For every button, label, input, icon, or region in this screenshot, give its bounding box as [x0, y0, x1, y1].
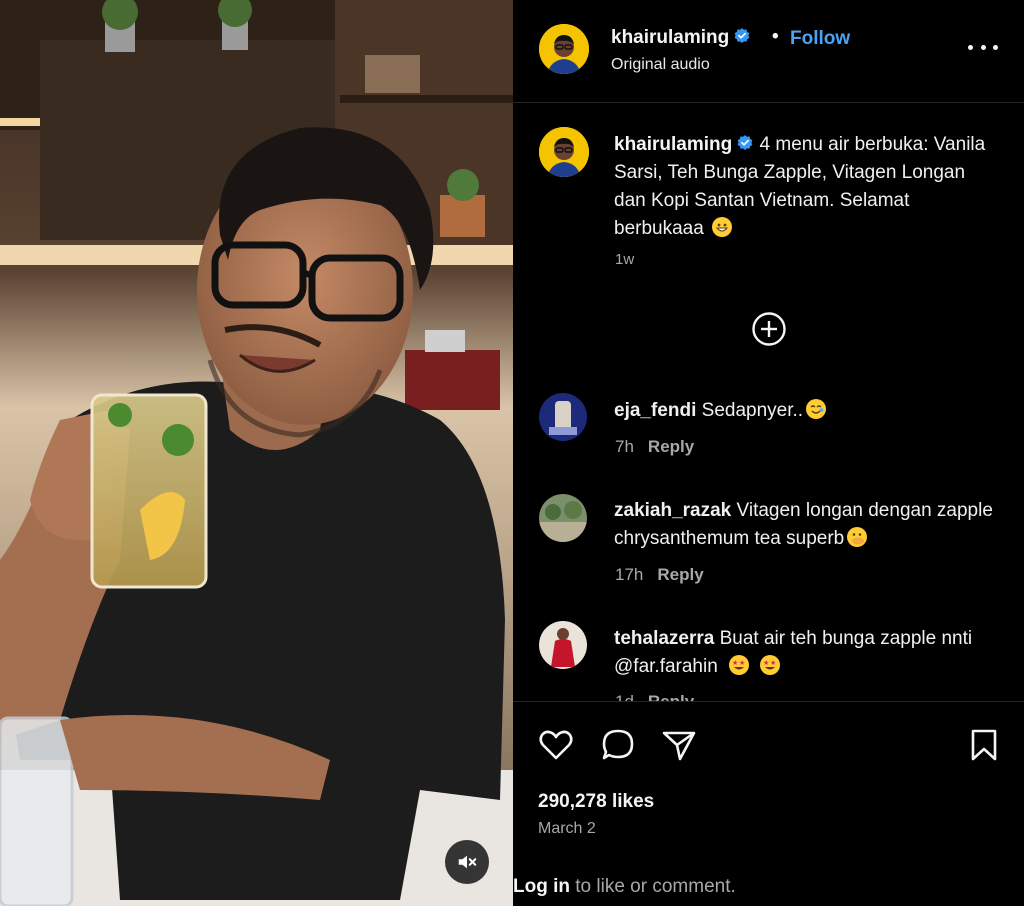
post-side-panel: khairulaming • Follow Original audio kha… — [513, 0, 1024, 906]
smiling-tear-emoji — [806, 399, 827, 419]
like-button[interactable] — [537, 726, 575, 764]
commenter-avatar[interactable] — [539, 393, 587, 441]
svg-text:★: ★ — [739, 659, 745, 667]
post-caption: khairulaming 4 menu air berbuka: Vanila … — [614, 131, 994, 243]
author-username-text[interactable]: khairulaming — [611, 27, 729, 48]
grinning-face-emoji — [712, 217, 733, 237]
comment-timestamp[interactable]: 1d — [615, 692, 634, 701]
speaker-muted-icon — [458, 855, 477, 869]
comment-meta: 1d Reply — [615, 692, 694, 701]
svg-text:★: ★ — [770, 659, 776, 667]
verified-badge-icon — [737, 135, 753, 150]
video-frame — [0, 0, 513, 906]
author-username[interactable]: khairulaming — [611, 27, 751, 49]
commenter-avatar[interactable] — [539, 494, 587, 542]
login-prompt: Log in to like or comment. — [513, 876, 736, 898]
share-button[interactable] — [660, 726, 698, 764]
caption-timestamp[interactable]: 1w — [615, 251, 634, 268]
comment-text: eja_fendi Sedapnyer.. — [614, 397, 994, 425]
comment-text: zakiah_razak Vitagen longan dengan zappl… — [614, 497, 994, 553]
svg-text:★: ★ — [732, 659, 738, 667]
header-separator: • — [772, 26, 779, 47]
comment-text: tehalazerra Buat air teh bunga zapple nn… — [614, 625, 994, 681]
video-player[interactable] — [0, 0, 513, 906]
mute-toggle-button[interactable] — [445, 840, 489, 884]
comment-username[interactable]: eja_fendi — [614, 400, 696, 421]
comment-timestamp[interactable]: 7h — [615, 437, 634, 456]
reply-button[interactable]: Reply — [657, 565, 703, 584]
load-more-comments-button[interactable] — [751, 311, 787, 347]
login-link[interactable]: Log in — [513, 876, 570, 897]
comment-body: Sedapnyer.. — [701, 400, 804, 421]
comments-scroll-area[interactable]: khairulaming 4 menu air berbuka: Vanila … — [513, 103, 1024, 701]
plus-circle-icon — [752, 312, 786, 346]
reply-button[interactable]: Reply — [648, 692, 694, 701]
send-paper-plane-icon — [662, 731, 696, 761]
commenter-avatar[interactable] — [539, 621, 587, 669]
save-button[interactable] — [965, 726, 1003, 764]
caption-username[interactable]: khairulaming — [614, 134, 732, 155]
comment-username[interactable]: zakiah_razak — [614, 500, 731, 521]
face-with-hand-over-mouth-emoji — [847, 527, 868, 547]
comment-bubble-icon — [602, 729, 634, 760]
likes-count[interactable]: 290,278 likes — [538, 791, 654, 813]
post-header: khairulaming • Follow Original audio — [513, 0, 1024, 103]
svg-text:★: ★ — [763, 659, 769, 667]
comment-button[interactable] — [599, 726, 637, 764]
post-actions-footer: 290,278 likes March 2 Log in to like or … — [513, 701, 1024, 906]
comment-meta: 7h Reply — [615, 437, 694, 457]
follow-button[interactable]: Follow — [790, 28, 850, 50]
original-audio-link[interactable]: Original audio — [611, 56, 710, 74]
bookmark-icon — [971, 729, 997, 761]
comment-username[interactable]: tehalazerra — [614, 628, 714, 649]
login-prompt-text: to like or comment. — [569, 876, 736, 897]
star-struck-emoji: ★ ★ — [729, 655, 750, 675]
verified-badge-icon — [734, 28, 750, 43]
more-options-icon[interactable] — [968, 34, 998, 60]
reply-button[interactable]: Reply — [648, 437, 694, 456]
comment-meta: 17h Reply — [615, 565, 704, 585]
comment-timestamp[interactable]: 17h — [615, 565, 643, 584]
author-avatar[interactable] — [539, 24, 589, 74]
post-date: March 2 — [538, 820, 596, 837]
star-struck-emoji: ★ ★ — [760, 655, 781, 675]
heart-icon — [539, 730, 573, 760]
caption-author-avatar[interactable] — [539, 127, 589, 177]
